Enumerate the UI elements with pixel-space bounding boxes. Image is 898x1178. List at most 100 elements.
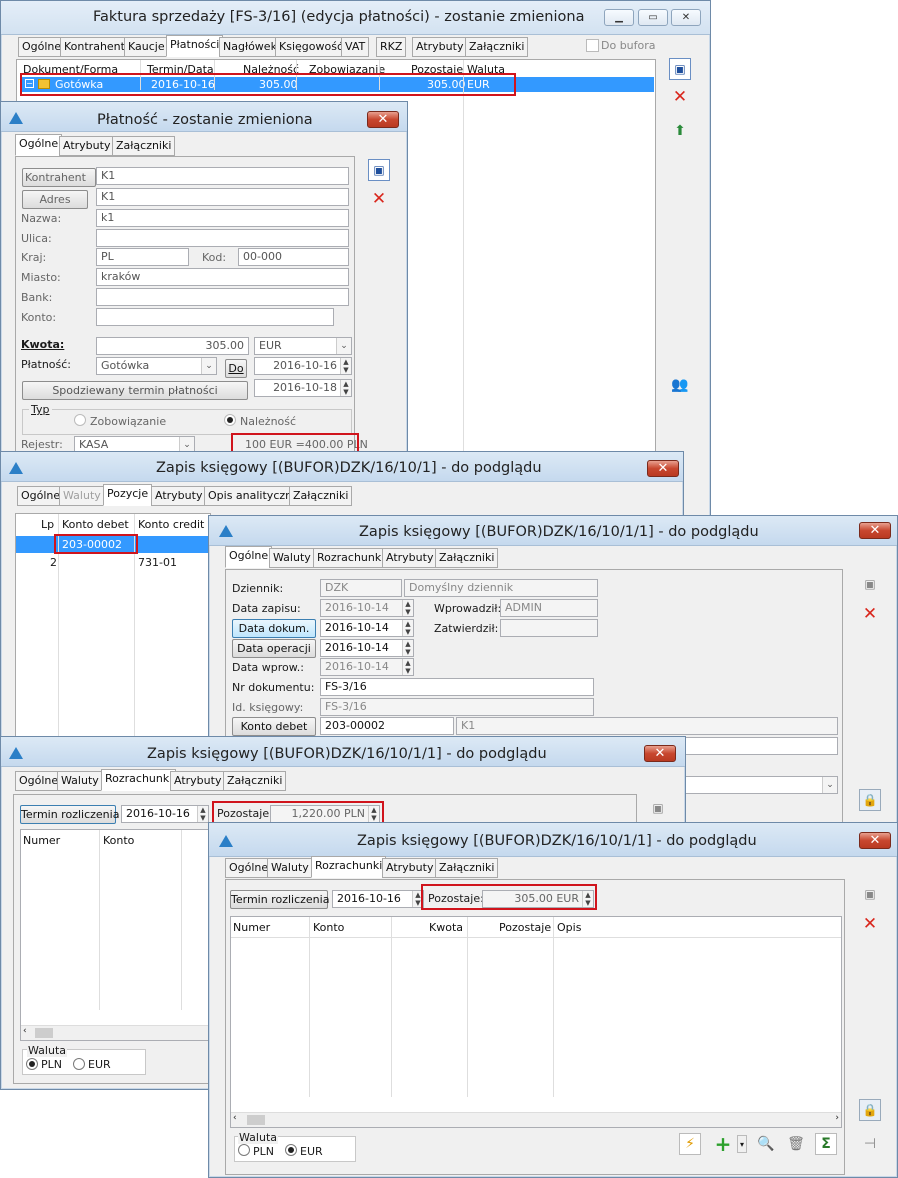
platnosc-select[interactable]: Gotówka ⌄ — [96, 357, 217, 375]
close-button[interactable]: ✕ — [859, 522, 891, 539]
eur-radio[interactable] — [285, 1144, 297, 1156]
tab-atrybuty[interactable]: Atrybuty — [170, 771, 226, 791]
tab-rozrachunki[interactable]: Rozrachunki — [311, 856, 387, 878]
eur-radio[interactable] — [73, 1058, 85, 1070]
miasto-field[interactable]: kraków — [96, 268, 349, 286]
tab-opis-analityczny[interactable]: Opis analityczny — [204, 486, 303, 506]
tab-pozycje[interactable]: Pozycje — [103, 484, 153, 506]
data-operacji-button[interactable]: Data operacji — [232, 639, 316, 658]
lock-icon[interactable]: 🔒 — [859, 789, 881, 811]
tab-waluty[interactable]: Waluty — [269, 548, 315, 568]
dziennik-field[interactable]: DZK — [320, 579, 402, 597]
close-button[interactable]: ✕ — [367, 111, 399, 128]
kod-field[interactable]: 00-000 — [238, 248, 349, 266]
delete-icon[interactable]: ✕ — [368, 188, 390, 210]
tab-zalaczniki[interactable]: Załączniki — [465, 37, 529, 57]
kwota-field[interactable]: 305.00 — [96, 337, 249, 355]
tab-kaucje[interactable]: Kaucje — [124, 37, 169, 57]
termin-field[interactable]: 2016-10-16 ▲ ▼ — [121, 805, 209, 823]
tab-atrybuty[interactable]: Atrybuty — [151, 486, 207, 506]
data-dokum-field[interactable]: 2016-10-14 ▲ ▼ — [320, 619, 414, 637]
tab-ogolne[interactable]: Ogólne — [18, 37, 66, 57]
kontrahent-button[interactable]: Kontrahent — [22, 168, 96, 187]
save-icon[interactable]: ▣ — [669, 58, 691, 80]
ulica-field[interactable] — [96, 229, 349, 247]
spinner-icon[interactable]: ▲ ▼ — [402, 600, 413, 616]
minimize-button[interactable]: ▁ — [604, 9, 634, 26]
tab-rkz[interactable]: RKZ — [376, 37, 407, 57]
spinner-icon[interactable]: ▲ ▼ — [402, 620, 413, 636]
tab-ogolne[interactable]: Ogólne — [17, 486, 65, 506]
close-button[interactable]: ✕ — [859, 832, 891, 849]
tab-vat[interactable]: VAT — [341, 37, 370, 57]
close-button[interactable]: ✕ — [671, 9, 701, 26]
pin-icon[interactable]: ⊣ — [859, 1133, 881, 1155]
sum-icon[interactable]: Σ — [815, 1133, 837, 1155]
search-icon[interactable]: 🔍 — [755, 1133, 777, 1155]
tab-ogolne[interactable]: Ogólne — [225, 858, 273, 878]
tab-zalaczniki[interactable]: Załączniki — [435, 858, 499, 878]
data-zapisu-field[interactable]: 2016-10-14 ▲ ▼ — [320, 599, 414, 617]
delete-icon[interactable]: ✕ — [859, 913, 881, 935]
horizontal-scrollbar[interactable]: ‹ › — [231, 1112, 841, 1127]
tab-atrybuty[interactable]: Atrybuty — [382, 548, 438, 568]
zobowiazanie-radio[interactable] — [74, 414, 86, 426]
tab-ogolne[interactable]: Ogólne — [15, 134, 63, 156]
tab-zalaczniki[interactable]: Załączniki — [223, 771, 287, 791]
data-wprow-field[interactable]: 2016-10-14 ▲ ▼ — [320, 658, 414, 676]
do-button[interactable]: Do — [225, 359, 247, 378]
tab-platnosci[interactable]: Płatności — [166, 35, 224, 57]
tab-rozrachunki[interactable]: Rozrachunki — [313, 548, 389, 568]
spinner-icon[interactable]: ▲ ▼ — [402, 640, 413, 656]
konto-debet-button[interactable]: Konto debet — [232, 717, 316, 736]
spinner-icon[interactable]: ▲ ▼ — [340, 380, 351, 396]
pln-radio[interactable] — [26, 1058, 38, 1070]
termin-field[interactable]: 2016-10-16 ▲ ▼ — [332, 890, 424, 908]
do-bufora-checkbox[interactable] — [586, 39, 599, 52]
add-icon[interactable]: + — [712, 1133, 734, 1155]
table-row[interactable]: 2 731-01 — [16, 554, 210, 571]
delete-icon[interactable]: ✕ — [859, 603, 881, 625]
data-dokum-button[interactable]: Data dokum. — [232, 619, 316, 638]
termin-rozliczenia-button[interactable]: Termin rozliczenia — [20, 805, 119, 824]
data-operacji-field[interactable]: 2016-10-14 ▲ ▼ — [320, 639, 414, 657]
save-icon[interactable]: ▣ — [368, 159, 390, 181]
konto-debet-field[interactable]: 203-00002 — [320, 717, 454, 735]
bank-field[interactable] — [96, 288, 349, 306]
spodziewany-date-field[interactable]: 2016-10-18 ▲ ▼ — [254, 379, 352, 397]
tab-waluty[interactable]: Waluty — [57, 771, 103, 791]
spodziewany-termin-button[interactable]: Spodziewany termin płatności — [22, 381, 248, 400]
naleznosc-radio[interactable] — [224, 414, 236, 426]
tab-zalaczniki[interactable]: Załączniki — [435, 548, 499, 568]
kontrahent-field[interactable]: K1 — [96, 167, 349, 185]
spinner-icon[interactable]: ▲ ▼ — [340, 358, 351, 374]
delete-icon[interactable]: ✕ — [669, 86, 691, 108]
chevron-down-icon[interactable]: ⌄ — [201, 358, 216, 374]
tab-atrybuty[interactable]: Atrybuty — [59, 136, 115, 156]
lock-icon[interactable]: 🔒 — [859, 1099, 881, 1121]
do-date-field[interactable]: 2016-10-16 ▲ ▼ — [254, 357, 352, 375]
kraj-field[interactable]: PL — [96, 248, 189, 266]
close-button[interactable]: ✕ — [644, 745, 676, 762]
termin-rozliczenia-button[interactable]: Termin rozliczenia — [230, 890, 329, 909]
nr-dokumentu-field[interactable]: FS-3/16 — [320, 678, 594, 696]
pln-radio[interactable] — [238, 1144, 250, 1156]
horizontal-scrollbar[interactable]: ‹ — [21, 1025, 209, 1040]
tab-kontrahent[interactable]: Kontrahent — [60, 37, 129, 57]
lightning-icon[interactable]: ⚡ — [679, 1133, 701, 1155]
spinner-icon[interactable]: ▲ ▼ — [402, 659, 413, 675]
chevron-down-icon[interactable]: ▾ — [737, 1135, 747, 1153]
adres-button[interactable]: Adres — [22, 190, 88, 209]
tab-rozrachunki[interactable]: Rozrachunki — [101, 769, 177, 791]
waluta-select[interactable]: EUR ⌄ — [254, 337, 352, 355]
tab-naglowek[interactable]: Nagłówek — [219, 37, 281, 57]
tab-atrybuty[interactable]: Atrybuty — [382, 858, 438, 878]
konto-field[interactable] — [96, 308, 334, 326]
tab-waluty[interactable]: Waluty — [59, 486, 105, 506]
chevron-down-icon[interactable]: ⌄ — [336, 338, 351, 354]
tab-waluty[interactable]: Waluty — [267, 858, 313, 878]
spinner-icon[interactable]: ▲ ▼ — [197, 806, 208, 822]
nazwa-field[interactable]: k1 — [96, 209, 349, 227]
users-icon[interactable]: 👥 — [669, 374, 691, 396]
export-icon[interactable]: ⬆ — [669, 120, 691, 142]
